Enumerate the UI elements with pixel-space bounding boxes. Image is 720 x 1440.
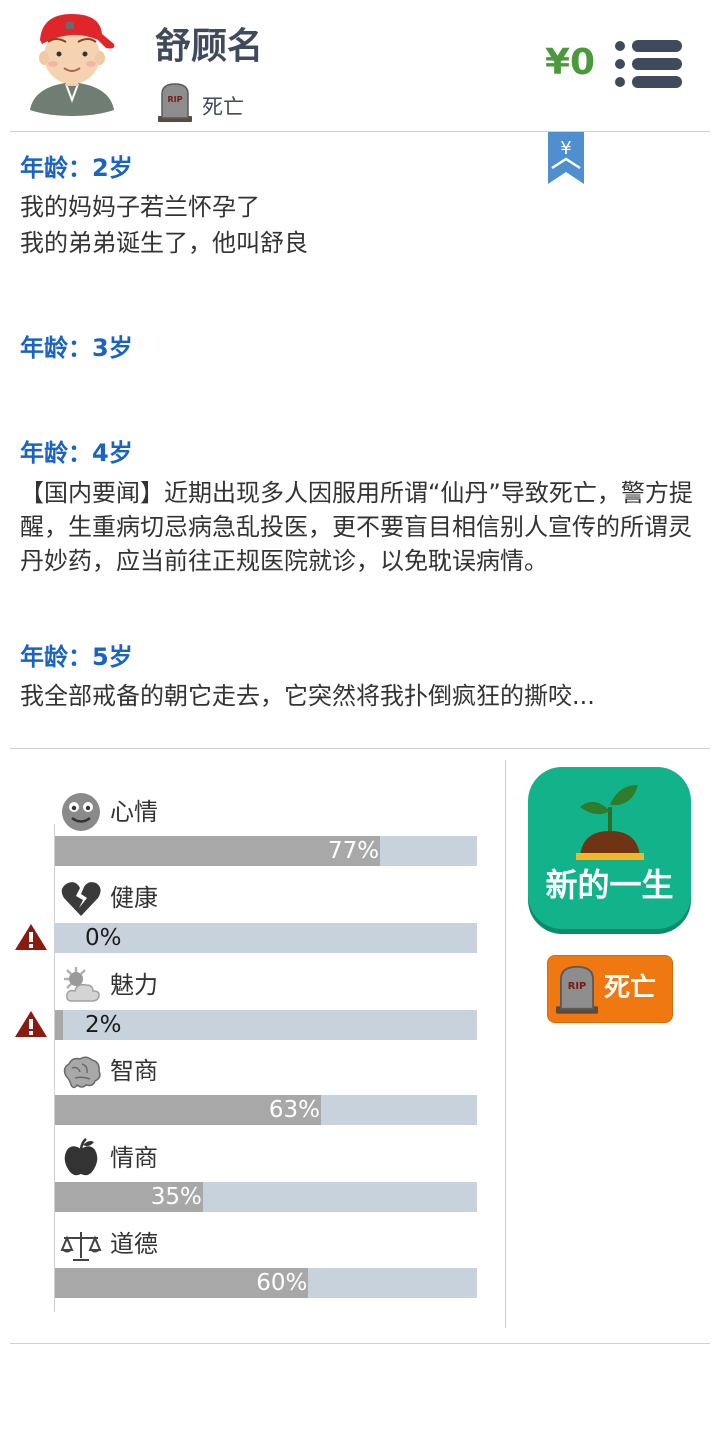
log-age: 年龄：2岁 <box>20 154 133 182</box>
stat-bar-fill <box>55 1010 64 1040</box>
stat-label-iq: 智商 <box>110 1057 158 1085</box>
stat-label-eq: 情商 <box>110 1144 158 1172</box>
log-line: 我的妈妈子若兰怀孕了 <box>20 193 260 221</box>
death-button[interactable]: RIP 死亡 <box>547 955 673 1023</box>
stat-value: 2% <box>85 1012 122 1038</box>
menu-icon <box>615 40 682 88</box>
smiley-icon <box>62 793 100 831</box>
avatar <box>26 10 118 118</box>
menu-button[interactable] <box>612 36 684 92</box>
log-divider <box>10 748 710 749</box>
stat-label-health: 健康 <box>110 884 158 912</box>
bookmark-button[interactable]: ¥ <box>548 132 584 184</box>
svg-text:RIP: RIP <box>568 981 587 992</box>
stat-label-mood: 心情 <box>110 798 158 826</box>
stat-bar-eq: 35% <box>55 1182 477 1212</box>
stat-label-charm: 魅力 <box>110 971 158 999</box>
warning-icon <box>15 924 47 950</box>
stat-value: 0% <box>85 925 122 951</box>
stat-bar-iq: 63% <box>55 1095 477 1125</box>
stat-bar-mood: 77% <box>55 836 477 866</box>
stat-value: 60% <box>256 1270 308 1296</box>
new-life-label: 新的一生 <box>545 866 674 904</box>
tombstone-icon: RIP <box>556 965 598 1014</box>
stat-value: 63% <box>268 1097 320 1123</box>
footer-divider <box>10 1343 710 1344</box>
sprout-icon <box>576 785 644 860</box>
bookmark-yen-icon: ¥ <box>548 132 584 184</box>
tombstone-icon: RIP <box>158 83 192 122</box>
svg-text:RIP: RIP <box>168 95 183 104</box>
stat-bar-morality: 60% <box>55 1268 477 1298</box>
log-line: 我全部戒备的朝它走去，它突然将我扑倒疯狂的撕咬... <box>20 682 595 710</box>
apple-icon <box>64 1138 98 1176</box>
log-line: 我的弟弟诞生了，他叫舒良 <box>20 229 308 257</box>
status-text: 死亡 <box>202 95 244 119</box>
player-name: 舒顾名 <box>155 26 264 67</box>
scales-icon <box>60 1232 102 1261</box>
stat-value: 35% <box>150 1184 202 1210</box>
log-age: 年龄：3岁 <box>20 334 133 362</box>
stat-value: 77% <box>327 838 380 864</box>
log-line: 【国内要闻】近期出现多人因服用所谓“仙丹”导致死亡，警方提醒，生重病切忌病急乱投… <box>20 479 693 575</box>
log-age: 年龄：5岁 <box>20 643 133 671</box>
broken-heart-icon <box>61 882 101 916</box>
svg-text:¥: ¥ <box>560 138 571 159</box>
stats-separator <box>505 760 506 1328</box>
stat-label-morality: 道德 <box>110 1230 158 1258</box>
stats-axis <box>54 824 55 1312</box>
header-divider <box>10 131 710 132</box>
sun-cloud-icon <box>64 967 100 1002</box>
log-age: 年龄：4岁 <box>20 439 133 467</box>
stat-bar-health: 0% <box>55 923 477 953</box>
warning-icon <box>15 1011 47 1037</box>
stat-bar-charm: 2% <box>55 1010 477 1040</box>
brain-icon <box>63 1056 101 1089</box>
death-label: 死亡 <box>604 973 657 1003</box>
new-life-button[interactable]: 新的一生 <box>528 767 691 929</box>
money-display: ¥0 <box>545 42 596 83</box>
